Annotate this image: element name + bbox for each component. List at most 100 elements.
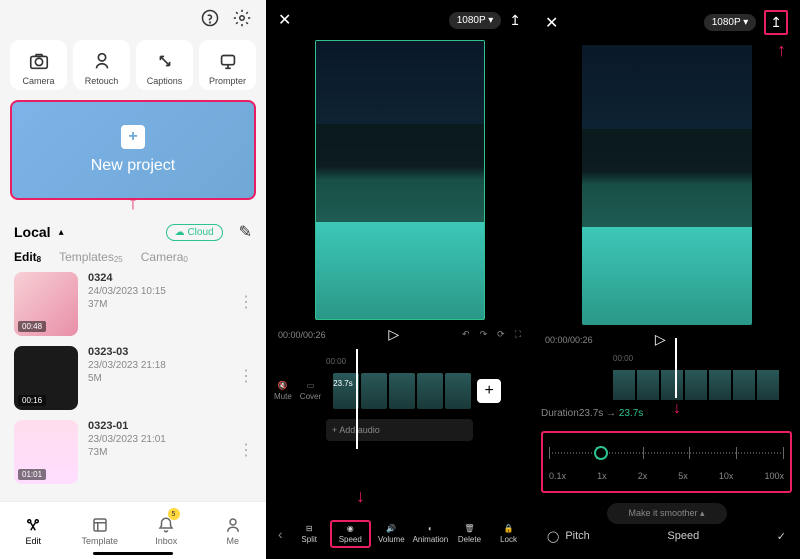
project-item[interactable]: 00:48 0324 24/03/2023 10:15 37M ⋮ [14, 272, 252, 336]
export-button[interactable]: ↥ [509, 12, 521, 29]
tool-label: Camera [22, 76, 54, 86]
project-thumb: 00:16 [14, 346, 78, 410]
clip-duration: 23.7s [333, 379, 353, 388]
tab-templates[interactable]: Templates25 [59, 250, 123, 264]
edit-icon[interactable]: ✎ [239, 222, 252, 242]
project-duration: 01:01 [18, 469, 46, 480]
current-time: 00:00 [278, 330, 301, 340]
project-thumb: 01:01 [14, 420, 78, 484]
confirm-button[interactable]: ✓ [777, 530, 786, 543]
nav-template[interactable]: Template [67, 502, 134, 559]
speed-title: Speed [590, 530, 777, 542]
project-date: 23/03/2023 21:01 [88, 434, 166, 445]
speed-mark: 100x [764, 471, 784, 481]
new-project-button[interactable]: + New project [10, 100, 256, 200]
project-name: 0324 [88, 272, 166, 284]
playhead[interactable] [356, 349, 358, 449]
total-time: 00:26 [570, 335, 593, 345]
home-indicator [93, 552, 173, 555]
resolution-button[interactable]: 1080P ▾ [449, 12, 502, 29]
speed-mark: 1x [597, 471, 607, 481]
project-size: 37M [88, 299, 166, 310]
prompter-tool[interactable]: Prompter [199, 40, 256, 90]
annotation-arrow: ↑ [777, 40, 786, 61]
project-duration: 00:48 [18, 321, 46, 332]
redo-icon[interactable]: ↷ [480, 329, 488, 340]
playhead[interactable] [675, 338, 677, 398]
project-size: 73M [88, 447, 166, 458]
play-button[interactable]: ▷ [326, 326, 462, 343]
nav-inbox[interactable]: 5Inbox [133, 502, 200, 559]
speed-slider[interactable] [549, 443, 784, 463]
project-item[interactable]: 00:16 0323-03 23/03/2023 21:18 5M ⋮ [14, 346, 252, 410]
settings-icon[interactable] [232, 8, 252, 28]
resolution-button[interactable]: 1080P ▾ [704, 14, 757, 31]
new-project-label: New project [91, 157, 175, 175]
nav-me[interactable]: Me [200, 502, 267, 559]
add-clip-button[interactable]: + [477, 379, 501, 403]
speed-mark: 0.1x [549, 471, 566, 481]
volume-tool[interactable]: 🔊Volume [373, 524, 410, 544]
project-item[interactable]: 01:01 0323-01 23/03/2023 21:01 73M ⋮ [14, 420, 252, 484]
tool-label: Captions [147, 76, 183, 86]
speed-mark: 5x [678, 471, 688, 481]
lock-tool[interactable]: 🔒Lock [490, 524, 527, 544]
animation-tool[interactable]: ◐Animation [412, 524, 449, 544]
more-icon[interactable]: ⋮ [238, 366, 252, 386]
dropdown-icon: ▴ [59, 227, 64, 238]
project-date: 23/03/2023 21:18 [88, 360, 166, 371]
close-button[interactable]: ✕ [545, 13, 558, 33]
clip-strip[interactable] [533, 366, 800, 404]
timeline-ruler[interactable]: 00:00 [533, 354, 800, 366]
clip-strip[interactable]: 23.7s + [333, 373, 525, 409]
project-name: 0323-03 [88, 346, 166, 358]
total-time: 00:26 [303, 330, 326, 340]
back-button[interactable]: ‹ [272, 526, 289, 542]
tool-label: Prompter [209, 76, 246, 86]
project-thumb: 00:48 [14, 272, 78, 336]
tool-label: Retouch [85, 76, 119, 86]
captions-tool[interactable]: Captions [136, 40, 193, 90]
local-label[interactable]: Local [14, 224, 51, 240]
nav-edit[interactable]: Edit [0, 502, 67, 559]
plus-icon: + [121, 125, 145, 149]
cloud-button[interactable]: ☁ Cloud [166, 224, 223, 241]
more-icon[interactable]: ⋮ [238, 440, 252, 460]
speed-mark: 2x [638, 471, 648, 481]
inbox-badge: 5 [168, 508, 180, 520]
add-audio-button[interactable]: + Add audio [326, 419, 473, 441]
more-icon[interactable]: ⋮ [238, 292, 252, 312]
help-icon[interactable] [200, 8, 220, 28]
export-button[interactable]: ↥ [764, 10, 788, 35]
split-tool[interactable]: ⊟Split [291, 524, 328, 544]
speed-mark: 10x [719, 471, 734, 481]
pitch-toggle[interactable]: ◯ Pitch [547, 530, 590, 543]
undo-icon[interactable]: ↶ [462, 329, 470, 340]
current-time: 00:00 [545, 335, 568, 345]
project-duration: 00:16 [18, 395, 46, 406]
video-preview[interactable] [315, 40, 485, 320]
mute-button[interactable]: 🔇Mute [274, 381, 292, 401]
speed-tool[interactable]: ◉Speed [330, 520, 371, 548]
delete-tool[interactable]: 🗑Delete [451, 524, 488, 544]
speed-panel: 0.1x 1x 2x 5x 10x 100x [541, 431, 792, 493]
timeline-ruler[interactable]: 00:00 [266, 357, 533, 369]
retouch-tool[interactable]: Retouch [73, 40, 130, 90]
annotation-arrow: ↑ [128, 192, 138, 215]
duration-new: 23.7s [619, 408, 643, 419]
play-button[interactable]: ▷ [593, 331, 728, 348]
project-size: 5M [88, 373, 166, 384]
project-date: 24/03/2023 10:15 [88, 286, 166, 297]
rotate-icon[interactable]: ⟳ [497, 329, 505, 340]
tab-edit[interactable]: Edit8 [14, 250, 41, 264]
camera-tool[interactable]: Camera [10, 40, 67, 90]
tab-camera[interactable]: Camera0 [141, 250, 188, 264]
cover-button[interactable]: ▭Cover [300, 381, 321, 401]
project-name: 0323-01 [88, 420, 166, 432]
slider-thumb[interactable] [594, 446, 608, 460]
fullscreen-icon[interactable]: ⛶ [515, 329, 521, 340]
close-button[interactable]: ✕ [278, 10, 291, 30]
annotation-arrow: ↓ [356, 486, 365, 507]
annotation-arrow: ↓ [673, 400, 681, 418]
video-preview[interactable] [582, 45, 752, 325]
